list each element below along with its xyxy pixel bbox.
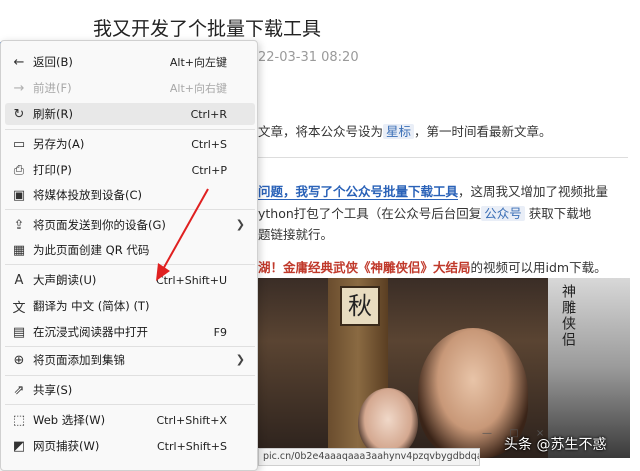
article-link[interactable]: 问题，我写了个公众号批量下载工具 <box>258 184 459 200</box>
paragraph-line: 文章，将本公众号设为 星标 ，第一时间看最新文章。 <box>258 124 552 140</box>
annotation-arrow-icon <box>156 188 209 281</box>
menu-item-label: 网页捕获(W) <box>33 439 100 453</box>
collections-icon: ⊕ <box>13 352 25 368</box>
menu-item-shortcut: F9 <box>213 325 227 339</box>
menu-item-immersive-reader[interactable]: ▤ 在沉浸式阅读器中打开 F9 <box>5 321 255 343</box>
menu-item-label: Web 选择(W) <box>33 413 106 427</box>
video-link[interactable]: 湖！金庸经典武侠《神雕侠侣》大结局 <box>258 260 471 275</box>
menu-item-forward[interactable]: → 前进(F) Alt+向右键 <box>5 77 255 99</box>
star-tag: 星标 <box>383 124 415 139</box>
menu-item-web-capture[interactable]: ◩ 网页捕获(W) Ctrl+Shift+S <box>5 435 255 457</box>
printer-icon: ⎙ <box>13 162 25 178</box>
read-aloud-icon: A <box>14 272 24 288</box>
keyword-tag: 公众号 <box>481 206 525 221</box>
text: 获取下载地 <box>528 206 592 221</box>
menu-item-label: 大声朗读(U) <box>33 273 97 287</box>
share-icon: ⇗ <box>13 382 25 398</box>
text: 的视频可以用idm下载。 <box>470 260 607 275</box>
chevron-right-icon: ❯ <box>235 353 245 366</box>
menu-item-web-select[interactable]: ⬚ Web 选择(W) Ctrl+Shift+X <box>5 409 255 431</box>
menu-separator <box>5 375 255 376</box>
translate-icon: 文 <box>12 300 26 316</box>
scene-sign: 秋 <box>340 286 380 326</box>
menu-item-refresh[interactable]: ↻ 刷新(R) Ctrl+R <box>5 103 255 125</box>
menu-item-label: 在沉浸式阅读器中打开 <box>33 325 148 339</box>
menu-item-add-to-collections[interactable]: ⊕ 将页面添加到集锦 ❯ <box>5 349 255 371</box>
menu-item-shortcut: Ctrl+P <box>191 163 227 177</box>
minimize-icon[interactable]: — <box>482 428 492 439</box>
web-capture-icon: ◩ <box>12 438 26 454</box>
menu-item-shortcut: Alt+向左键 <box>169 56 227 69</box>
text: ，这周我又增加了视频批量 <box>458 184 609 199</box>
paragraph-line: 题链接就行。 <box>258 227 334 242</box>
menu-item-shortcut: Alt+向右键 <box>169 82 227 95</box>
menu-item-back[interactable]: ← 返回(B) Alt+向左键 <box>5 51 255 73</box>
menu-item-save-as[interactable]: ▭ 另存为(A) Ctrl+S <box>5 133 255 155</box>
menu-item-translate[interactable]: 文 翻译为 中文 (简体) (T) <box>5 295 255 317</box>
chevron-right-icon: ❯ <box>235 218 245 231</box>
text: 文章，将本公众号设为 <box>258 124 384 139</box>
video-frame[interactable]: 秋 神雕侠侣 <box>258 278 630 458</box>
menu-item-share[interactable]: ⇗ 共享(S) <box>5 379 255 401</box>
menu-item-shortcut: Ctrl+R <box>190 107 227 121</box>
menu-item-shortcut: Ctrl+Shift+X <box>156 413 227 427</box>
menu-item-label: 刷新(R) <box>33 107 73 121</box>
back-arrow-icon: ← <box>13 54 25 70</box>
menu-item-label: 前进(F) <box>33 81 72 95</box>
menu-item-label: 将页面添加到集锦 <box>33 353 125 367</box>
menu-item-shortcut: Ctrl+S <box>191 137 227 151</box>
page-title: 我又开发了个批量下载工具 <box>93 18 322 40</box>
forward-arrow-icon: → <box>13 80 25 96</box>
publish-date: 22-03-31 08:20 <box>258 50 359 65</box>
menu-separator <box>5 404 255 405</box>
immersive-reader-icon: ▤ <box>12 324 26 340</box>
cast-icon: ▣ <box>12 187 26 203</box>
menu-item-label: 打印(P) <box>33 163 72 177</box>
poster-text: 神雕侠侣 <box>560 284 576 348</box>
send-device-icon: ⇪ <box>13 217 25 233</box>
menu-item-label: 翻译为 中文 (简体) (T) <box>33 299 150 313</box>
text: ython打包了个工具（在公众号后台回复 <box>258 206 482 221</box>
menu-item-shortcut: Ctrl+Shift+S <box>157 439 227 453</box>
download-url-field[interactable]: pic.cn/0b2e4aaaqaaa3aahynv4pzqvbygdbdqac… <box>258 448 480 466</box>
text: ，第一时间看最新文章。 <box>414 124 552 139</box>
paragraph-line: 问题，我写了个公众号批量下载工具，这周我又增加了视频批量 <box>258 184 608 200</box>
qr-code-icon: ▦ <box>12 242 26 258</box>
menu-item-label: 共享(S) <box>33 383 73 397</box>
paragraph-line: ython打包了个工具（在公众号后台回复 公众号 获取下载地 <box>258 206 591 222</box>
save-icon: ▭ <box>12 136 26 152</box>
menu-separator <box>5 129 255 130</box>
watermark: 头条 @苏生不惑 <box>504 437 607 453</box>
refresh-icon: ↻ <box>13 106 25 122</box>
menu-separator <box>5 346 255 347</box>
menu-item-label: 另存为(A) <box>33 137 85 151</box>
divider <box>258 157 628 158</box>
paragraph-line: 湖！金庸经典武侠《神雕侠侣》大结局的视频可以用idm下载。 <box>258 260 607 276</box>
menu-item-label: 返回(B) <box>33 55 73 69</box>
menu-item-print[interactable]: ⎙ 打印(P) Ctrl+P <box>5 159 255 181</box>
web-select-icon: ⬚ <box>12 412 26 428</box>
